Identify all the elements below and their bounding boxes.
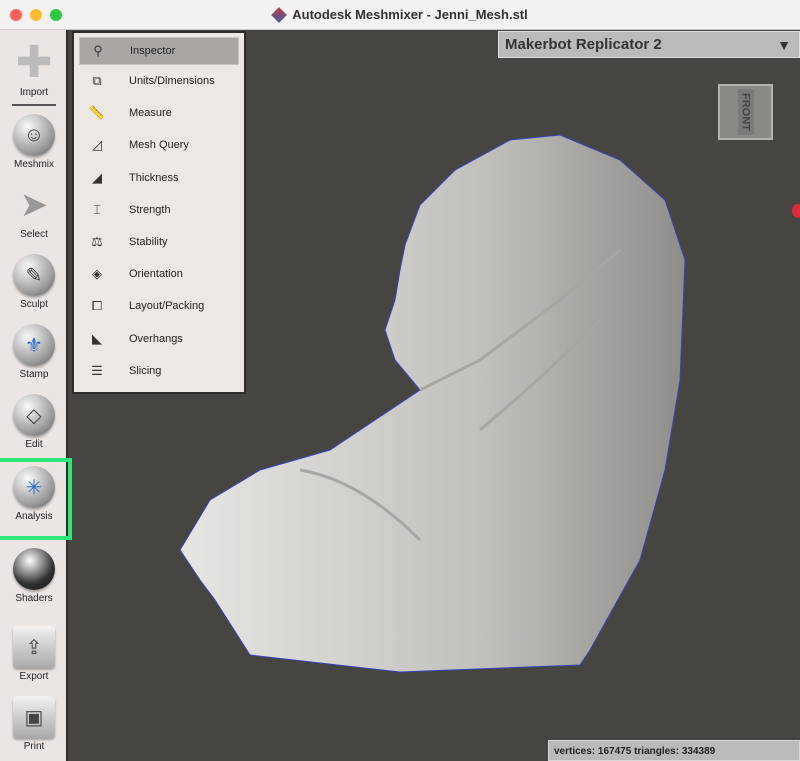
menu-label: Orientation xyxy=(129,268,183,281)
menu-item-units-dimensions[interactable]: ⧉ Units/Dimensions xyxy=(79,65,239,97)
view-cube-face: FRONT xyxy=(737,89,754,135)
brush-icon: ✎ xyxy=(13,254,55,296)
shaders-label: Shaders xyxy=(15,593,53,604)
mesh-query-icon: ◿ xyxy=(92,137,102,153)
face-sphere-icon: ☺ xyxy=(13,114,55,156)
shader-sphere-icon xyxy=(13,548,55,590)
print-button[interactable]: ▣ Print xyxy=(0,696,68,752)
select-label: Select xyxy=(20,229,48,240)
red-indicator-dot xyxy=(792,204,800,218)
units-icon: ⧉ xyxy=(92,73,102,89)
import-label: Import xyxy=(19,87,49,98)
edit-label: Edit xyxy=(25,439,43,450)
menu-item-slicing[interactable]: ☰ Slicing xyxy=(79,355,239,387)
printer-dropdown[interactable]: Makerbot Replicator 2 ▼ xyxy=(498,31,800,58)
menu-label: Inspector xyxy=(130,45,176,57)
menu-label: Overhangs xyxy=(129,332,183,345)
printer-selected: Makerbot Replicator 2 xyxy=(505,36,662,53)
stamp-button[interactable]: ⚜ Stamp xyxy=(0,324,68,380)
menu-label: Units/Dimensions xyxy=(129,75,215,88)
menu-label: Strength xyxy=(129,203,171,216)
layout-icon: ⧠ xyxy=(91,298,103,314)
slicing-icon: ☰ xyxy=(91,362,103,378)
menu-item-mesh-query[interactable]: ◿ Mesh Query xyxy=(79,129,239,161)
edit-button[interactable]: ◇ Edit xyxy=(0,394,68,450)
arrow-cursor-icon: ➤ xyxy=(19,186,49,224)
analysis-menu: ⚲ Inspector ⧉ Units/Dimensions 📏 Measure ◿ M… xyxy=(72,31,246,394)
stamp-icon: ⚜ xyxy=(13,324,55,366)
menu-label: Mesh Query xyxy=(129,139,189,152)
menu-item-stability[interactable]: ⚖ Stability xyxy=(79,226,239,258)
meshmix-label: Meshmix xyxy=(13,159,54,170)
magnifier-icon: ⚲ xyxy=(93,43,103,58)
edit-mesh-icon: ◇ xyxy=(13,394,55,436)
chevron-down-icon: ▼ xyxy=(777,37,791,53)
menu-label: Stability xyxy=(129,236,168,249)
menu-item-layout-packing[interactable]: ⧠ Layout/Packing xyxy=(79,290,239,322)
thickness-icon: ◢ xyxy=(92,169,102,185)
view-cube[interactable]: FRONT xyxy=(718,84,773,140)
menu-item-inspector[interactable]: ⚲ Inspector xyxy=(79,37,239,65)
orientation-icon: ◈ xyxy=(92,266,102,282)
menu-label: Layout/Packing xyxy=(129,300,205,313)
plus-icon: ✚ xyxy=(15,38,53,87)
stamp-label: Stamp xyxy=(19,369,49,380)
export-button[interactable]: ⇪ Export xyxy=(0,626,68,682)
status-bar: vertices: 167475 triangles: 334389 xyxy=(548,740,800,761)
tool-sidebar: ✚ Import ☺ Meshmix ➤ Select ✎ Sculpt ⚜ Stamp … xyxy=(0,30,68,761)
menu-item-strength[interactable]: ⌶ Strength xyxy=(79,194,239,226)
shaders-button[interactable]: Shaders xyxy=(0,548,68,604)
menu-item-thickness[interactable]: ◢ Thickness xyxy=(79,162,239,194)
menu-label: Measure xyxy=(129,107,172,120)
select-button[interactable]: ➤ Select xyxy=(0,184,68,240)
menu-item-measure[interactable]: 📏 Measure xyxy=(79,97,239,129)
export-label: Export xyxy=(19,671,49,682)
menu-item-overhangs[interactable]: ◣ Overhangs xyxy=(79,323,239,355)
sculpt-label: Sculpt xyxy=(20,299,48,310)
ruler-icon: 📏 xyxy=(88,105,106,121)
sculpt-button[interactable]: ✎ Sculpt xyxy=(0,254,68,310)
menu-label: Thickness xyxy=(129,171,179,184)
export-icon: ⇪ xyxy=(13,626,55,668)
import-button[interactable]: ✚ Import xyxy=(0,38,68,106)
printer-icon: ▣ xyxy=(13,696,55,738)
print-label: Print xyxy=(23,741,45,752)
overhangs-icon: ◣ xyxy=(92,330,102,346)
menu-item-orientation[interactable]: ◈ Orientation xyxy=(79,258,239,290)
menu-label: Slicing xyxy=(129,364,162,377)
stability-icon: ⚖ xyxy=(91,234,103,250)
meshmix-button[interactable]: ☺ Meshmix xyxy=(0,114,68,170)
strength-icon: ⌶ xyxy=(93,201,101,217)
analysis-highlight-box xyxy=(0,458,72,540)
